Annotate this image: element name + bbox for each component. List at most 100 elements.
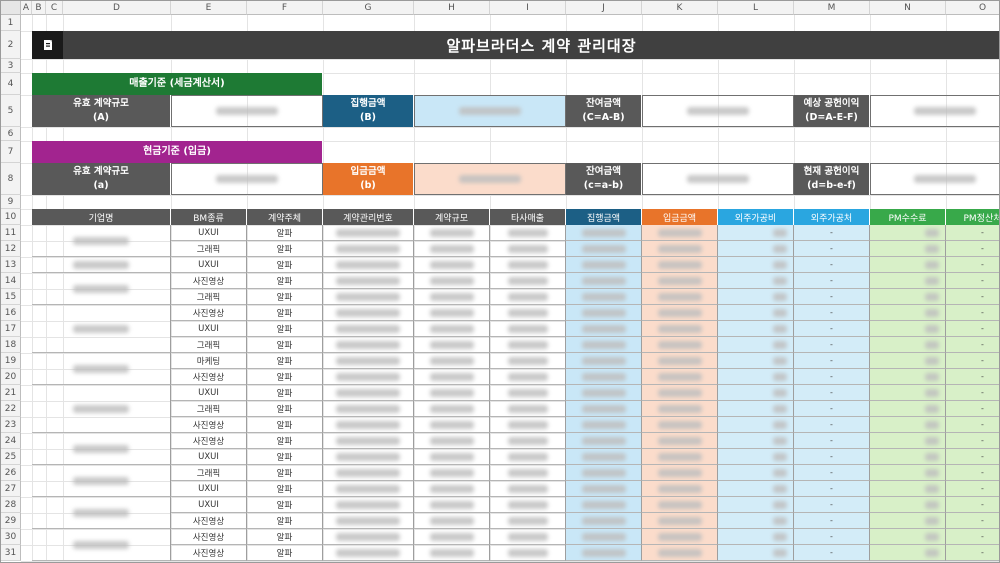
contract-number-cell[interactable]	[323, 385, 414, 401]
contract-scale-cell[interactable]	[414, 385, 490, 401]
other-sales-cell[interactable]	[490, 481, 566, 497]
header-pm-settlement[interactable]: PM정산처	[946, 209, 999, 225]
column-header-h[interactable]: H	[414, 1, 490, 15]
other-sales-cell[interactable]	[490, 545, 566, 561]
deposit-amount-cell[interactable]	[642, 417, 718, 433]
header-bm-type[interactable]: BM종류	[171, 209, 247, 225]
select-all-corner[interactable]	[1, 1, 21, 15]
pm-settlement-cell[interactable]: -	[946, 449, 999, 465]
exec-amount-cell[interactable]	[566, 385, 642, 401]
outsource-cost-cell[interactable]	[718, 465, 794, 481]
pm-fee-cell[interactable]	[870, 321, 946, 337]
contract-scale-cell[interactable]	[414, 417, 490, 433]
row-header-15[interactable]: 15	[1, 289, 21, 305]
contract-scale-cell[interactable]	[414, 337, 490, 353]
deposit-amount-cell[interactable]	[642, 241, 718, 257]
pm-settlement-cell[interactable]: -	[946, 257, 999, 273]
contract-scale-cell[interactable]	[414, 241, 490, 257]
other-sales-cell[interactable]	[490, 337, 566, 353]
contract-entity-cell[interactable]: 알파	[247, 241, 323, 257]
outsource-vendor-cell[interactable]: -	[794, 321, 870, 337]
contract-number-cell[interactable]	[323, 417, 414, 433]
row-header-13[interactable]: 13	[1, 257, 21, 273]
header-other-sales[interactable]: 타사매출	[490, 209, 566, 225]
contract-scale-cell[interactable]	[414, 353, 490, 369]
row-header-11[interactable]: 11	[1, 225, 21, 241]
company-name-cell[interactable]	[32, 225, 171, 257]
other-sales-cell[interactable]	[490, 353, 566, 369]
contract-scale-cell[interactable]	[414, 529, 490, 545]
row-header-8[interactable]: 8	[1, 163, 21, 195]
pm-fee-cell[interactable]	[870, 385, 946, 401]
pm-settlement-cell[interactable]: -	[946, 353, 999, 369]
outsource-vendor-cell[interactable]: -	[794, 225, 870, 241]
bm-type-cell[interactable]: 사진영상	[171, 529, 247, 545]
sales-remain-amount-value[interactable]	[642, 95, 794, 127]
pm-settlement-cell[interactable]: -	[946, 497, 999, 513]
outsource-vendor-cell[interactable]: -	[794, 433, 870, 449]
bm-type-cell[interactable]: UXUI	[171, 497, 247, 513]
sales-exec-amount-value[interactable]	[414, 95, 566, 127]
row-header-12[interactable]: 12	[1, 241, 21, 257]
outsource-cost-cell[interactable]	[718, 369, 794, 385]
column-header-a[interactable]: A	[21, 1, 32, 15]
other-sales-cell[interactable]	[490, 513, 566, 529]
header-exec-amount[interactable]: 집행금액	[566, 209, 642, 225]
exec-amount-cell[interactable]	[566, 449, 642, 465]
row-header-6[interactable]: 6	[1, 127, 21, 141]
header-outsource-cost[interactable]: 외주가공비	[718, 209, 794, 225]
exec-amount-cell[interactable]	[566, 513, 642, 529]
outsource-vendor-cell[interactable]: -	[794, 529, 870, 545]
contract-entity-cell[interactable]: 알파	[247, 401, 323, 417]
exec-amount-cell[interactable]	[566, 321, 642, 337]
company-name-cell[interactable]	[32, 433, 171, 465]
pm-fee-cell[interactable]	[870, 433, 946, 449]
outsource-vendor-cell[interactable]: -	[794, 513, 870, 529]
header-outsource-vendor[interactable]: 외주가공처	[794, 209, 870, 225]
cash-current-contribution-value[interactable]	[870, 163, 999, 195]
pm-settlement-cell[interactable]: -	[946, 401, 999, 417]
bm-type-cell[interactable]: UXUI	[171, 385, 247, 401]
deposit-amount-cell[interactable]	[642, 449, 718, 465]
exec-amount-cell[interactable]	[566, 241, 642, 257]
header-contract-scale[interactable]: 계약규모	[414, 209, 490, 225]
company-name-cell[interactable]	[32, 385, 171, 433]
pm-fee-cell[interactable]	[870, 257, 946, 273]
contract-number-cell[interactable]	[323, 401, 414, 417]
outsource-vendor-cell[interactable]: -	[794, 257, 870, 273]
row-header-1[interactable]: 1	[1, 15, 21, 31]
deposit-amount-cell[interactable]	[642, 289, 718, 305]
other-sales-cell[interactable]	[490, 497, 566, 513]
other-sales-cell[interactable]	[490, 305, 566, 321]
contract-number-cell[interactable]	[323, 289, 414, 305]
outsource-cost-cell[interactable]	[718, 305, 794, 321]
row-header-23[interactable]: 23	[1, 417, 21, 433]
outsource-vendor-cell[interactable]: -	[794, 385, 870, 401]
outsource-cost-cell[interactable]	[718, 257, 794, 273]
contract-scale-cell[interactable]	[414, 257, 490, 273]
bm-type-cell[interactable]: 그래픽	[171, 241, 247, 257]
deposit-amount-cell[interactable]	[642, 273, 718, 289]
other-sales-cell[interactable]	[490, 369, 566, 385]
outsource-vendor-cell[interactable]: -	[794, 273, 870, 289]
row-header-19[interactable]: 19	[1, 353, 21, 369]
contract-scale-cell[interactable]	[414, 305, 490, 321]
pm-settlement-cell[interactable]: -	[946, 465, 999, 481]
row-header-29[interactable]: 29	[1, 513, 21, 529]
contract-entity-cell[interactable]: 알파	[247, 257, 323, 273]
bm-type-cell[interactable]: 마케팅	[171, 353, 247, 369]
exec-amount-cell[interactable]	[566, 273, 642, 289]
outsource-vendor-cell[interactable]: -	[794, 369, 870, 385]
row-header-17[interactable]: 17	[1, 321, 21, 337]
other-sales-cell[interactable]	[490, 241, 566, 257]
contract-number-cell[interactable]	[323, 321, 414, 337]
contract-entity-cell[interactable]: 알파	[247, 513, 323, 529]
pm-fee-cell[interactable]	[870, 465, 946, 481]
pm-settlement-cell[interactable]: -	[946, 529, 999, 545]
header-pm-fee[interactable]: PM수수료	[870, 209, 946, 225]
row-header-9[interactable]: 9	[1, 195, 21, 209]
row-header-14[interactable]: 14	[1, 273, 21, 289]
bm-type-cell[interactable]: 사진영상	[171, 273, 247, 289]
row-header-25[interactable]: 25	[1, 449, 21, 465]
other-sales-cell[interactable]	[490, 417, 566, 433]
